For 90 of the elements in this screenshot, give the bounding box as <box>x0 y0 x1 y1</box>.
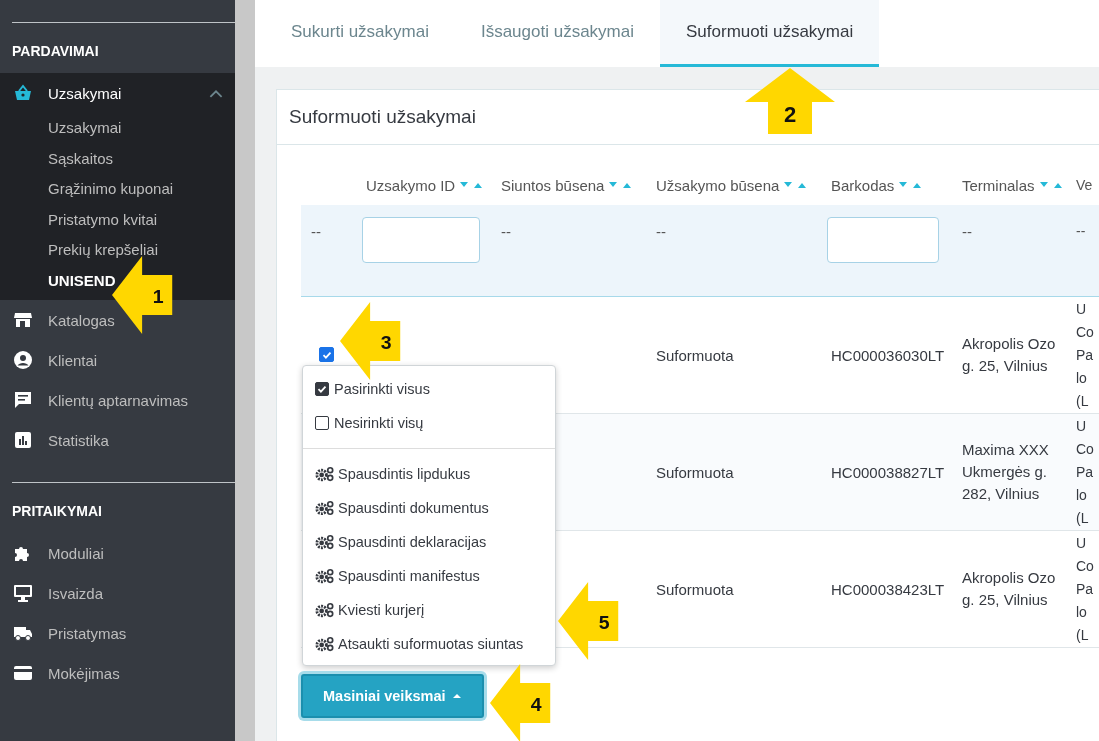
submenu-item[interactable]: UNISEND <box>0 265 116 296</box>
table-cell-text: Akropolis Ozo g. 25, Vilnius <box>962 334 1057 376</box>
sidebar-item[interactable]: Klientų aptarnavimas <box>0 380 235 420</box>
card-icon <box>12 663 34 683</box>
menu-item[interactable]: Spausdinti dokumentus <box>303 491 555 525</box>
checkbox[interactable] <box>315 382 329 396</box>
table-cell-text: lo <box>1076 485 1087 505</box>
empty-value: -- <box>1076 223 1086 239</box>
table-cell-text: lo <box>1076 368 1087 388</box>
empty-value: -- <box>962 223 972 240</box>
sidebar-section-title: PARDAVIMAI <box>11 42 100 61</box>
table-cell-text: Akropolis Ozo g. 25, Vilnius <box>962 568 1057 610</box>
menu-item[interactable]: Kviesti kurjerį <box>303 593 555 627</box>
table-cell-text: U <box>1076 416 1087 436</box>
table-cell-text: Pa <box>1076 579 1094 599</box>
menu-item[interactable]: Spausdinti deklaracijas <box>303 525 555 559</box>
table-cell: Suformuota <box>656 346 734 364</box>
sidebar-item[interactable]: Statistika <box>0 420 235 460</box>
table-cell: HC000036030LT <box>831 346 945 364</box>
monitor-icon <box>12 583 34 603</box>
filter-input[interactable] <box>362 217 480 263</box>
chevron-up-icon[interactable] <box>209 88 223 98</box>
checkbox[interactable] <box>315 416 329 430</box>
store-icon <box>12 310 34 330</box>
table-cell-text: Pa <box>1076 462 1094 482</box>
person-icon <box>12 350 34 370</box>
gears-icon <box>315 568 334 584</box>
menu-item[interactable]: Nesirinkti visų <box>303 406 555 440</box>
table-cell: Suformuota <box>656 463 734 481</box>
column-header[interactable]: Barkodas <box>831 176 895 194</box>
submenu-item[interactable]: Grąžinimo kuponai <box>0 174 174 205</box>
sidebar-item[interactable]: Moduliai <box>0 533 235 573</box>
column-header[interactable]: Siuntos būsena <box>501 176 605 194</box>
basket-icon <box>12 83 34 103</box>
table-cell-text: (L <box>1076 508 1089 528</box>
checkmark-icon <box>316 383 328 395</box>
gears-icon <box>315 534 334 550</box>
table-cell-text: U <box>1076 533 1087 553</box>
callout-number: 1 <box>152 286 164 307</box>
sidebar-section-title: PRITAIKYMAI <box>11 502 103 521</box>
menu-item[interactable]: Pasirinkti visus <box>303 372 555 406</box>
tab[interactable]: Sukurti užsakymai <box>265 0 455 67</box>
table-cell-text: (L <box>1076 625 1089 645</box>
table-cell-text: U <box>1076 299 1087 319</box>
column-header[interactable]: Užsakymo būsena <box>656 176 780 194</box>
table-cell-text: Pa <box>1076 345 1094 365</box>
menu-item[interactable]: Spausdintis lipdukus <box>303 457 555 491</box>
table-cell: HC000038423LT <box>831 580 945 598</box>
callout-number: 5 <box>598 612 610 633</box>
sort-icon[interactable] <box>1038 181 1065 189</box>
sidebar-item[interactable]: Pristatymas <box>0 613 235 653</box>
callout-number: 3 <box>380 332 392 353</box>
callout-number: 2 <box>783 102 797 127</box>
table-cell-text: lo <box>1076 602 1087 622</box>
table-cell: Suformuota <box>656 580 734 598</box>
gears-icon <box>315 500 334 516</box>
gears-icon <box>315 636 334 652</box>
tab[interactable]: Suformuoti užsakymai <box>660 0 880 67</box>
menu-item[interactable]: Atsaukti suformuotas siuntas <box>303 627 555 661</box>
empty-value: -- <box>656 223 666 240</box>
table-cell-text: Co <box>1076 439 1094 459</box>
table-cell-text: (L <box>1076 391 1089 411</box>
table-cell-text: Maxima XXX Ukmergės g. 282, Vilnius <box>962 440 1050 504</box>
table-cell: HC000038827LT <box>831 463 945 481</box>
callout-number: 4 <box>530 694 542 715</box>
panel-title: Suformuoti užsakymai <box>289 106 476 128</box>
column-header[interactable]: Terminalas <box>962 176 1035 194</box>
column-header[interactable]: Ve <box>1076 177 1093 193</box>
menu-item[interactable]: Spausdinti manifestus <box>303 559 555 593</box>
submenu-item[interactable]: Pristatymo kvitai <box>0 204 158 235</box>
gears-icon <box>315 466 334 482</box>
table-cell-text: Co <box>1076 556 1094 576</box>
chart-icon <box>12 430 34 450</box>
caret-icon <box>451 693 462 699</box>
row-checkbox[interactable] <box>319 347 334 362</box>
table-cell-text: Co <box>1076 322 1094 342</box>
sidebar-item[interactable]: Isvaizda <box>0 573 235 613</box>
sidebar-item[interactable]: Mokėjimas <box>0 653 235 693</box>
sidebar-item[interactable]: Klientai <box>0 340 235 380</box>
column-header[interactable]: Uzsakymo ID <box>366 176 456 194</box>
filter-input[interactable] <box>827 217 939 263</box>
sidebar-item[interactable]: Uzsakymai <box>0 73 235 113</box>
tab[interactable]: Išsaugoti užsakymai <box>454 0 660 67</box>
submenu-item[interactable]: Prekių krepšeliai <box>0 235 159 266</box>
submenu-item[interactable]: Uzsakymai <box>0 113 122 144</box>
empty-value: -- <box>311 223 321 240</box>
empty-value: -- <box>501 223 511 240</box>
gears-icon <box>315 602 334 618</box>
chat-icon <box>12 390 34 410</box>
submenu-item[interactable]: Sąskaitos <box>0 143 114 174</box>
